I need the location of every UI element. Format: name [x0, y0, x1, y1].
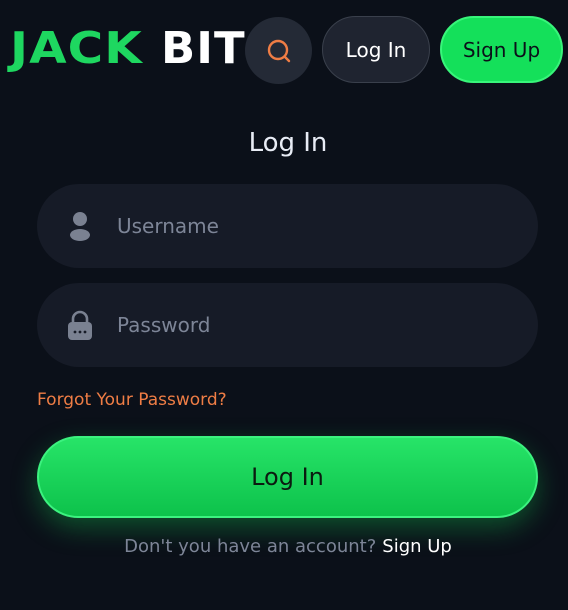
login-page: JACK BIT Log In Sign Up Log In Username … [0, 0, 568, 610]
lock-icon [68, 310, 92, 340]
signup-prompt: Don't you have an account? Sign Up [0, 536, 568, 557]
signup-link[interactable]: Sign Up [382, 536, 452, 557]
no-account-text: Don't you have an account? [124, 536, 377, 557]
search-icon [267, 39, 290, 62]
logo[interactable]: JACK BIT [10, 26, 244, 72]
user-icon [70, 212, 90, 241]
username-placeholder: Username [117, 214, 219, 238]
logo-bit: BIT [160, 23, 246, 74]
header: JACK BIT Log In Sign Up [0, 0, 568, 100]
password-field[interactable]: Password [37, 283, 538, 367]
header-login-button[interactable]: Log In [322, 16, 430, 83]
password-placeholder: Password [117, 313, 211, 337]
username-field[interactable]: Username [37, 184, 538, 268]
logo-jack: JACK [10, 23, 143, 74]
login-submit-button[interactable]: Log In [37, 436, 538, 518]
forgot-password-link[interactable]: Forgot Your Password? [37, 390, 227, 410]
form-title: Log In [248, 128, 328, 158]
header-signup-button[interactable]: Sign Up [440, 16, 563, 83]
search-button[interactable] [245, 17, 312, 84]
